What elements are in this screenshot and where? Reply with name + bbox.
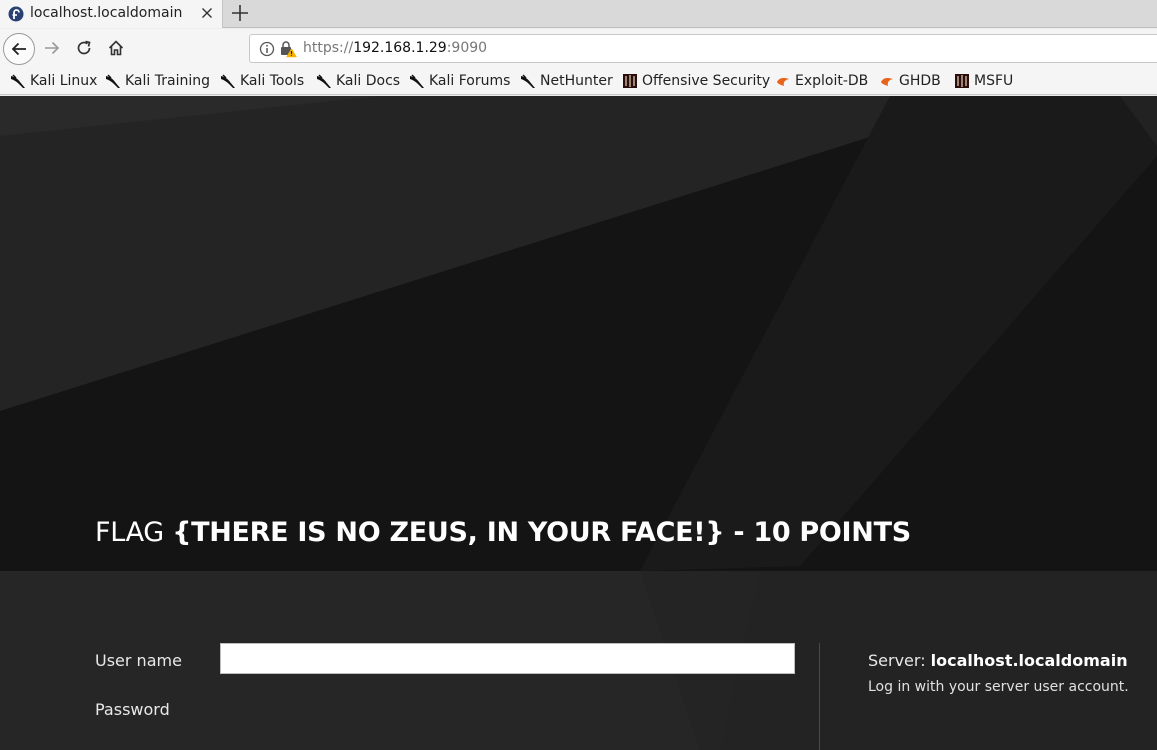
- bookmark-ghdb[interactable]: GHDB: [879, 71, 941, 91]
- forward-button[interactable]: [37, 33, 67, 63]
- home-button[interactable]: [101, 33, 131, 63]
- login-panel: User name Password Server: localhost.loc…: [0, 571, 1157, 750]
- flag-prefix: FLAG: [95, 517, 173, 548]
- kali-dragon-icon: [410, 74, 424, 88]
- password-label: Password: [95, 700, 170, 719]
- bookmark-label: MSFU: [974, 73, 1014, 89]
- bookmark-msfu[interactable]: MSFU: [954, 71, 1013, 91]
- divider: [819, 643, 820, 750]
- info-icon[interactable]: [259, 41, 275, 57]
- close-icon[interactable]: [199, 5, 215, 21]
- page-content: FLAG {THERE IS NO ZEUS, IN YOUR FACE!} -…: [0, 96, 1157, 750]
- url-host: 192.168.1.29: [353, 40, 447, 56]
- login-hint: Log in with your server user account.: [868, 679, 1129, 695]
- reload-button[interactable]: [69, 33, 99, 63]
- bookmark-kali-docs[interactable]: Kali Docs: [316, 71, 400, 91]
- bookmark-label: Kali Training: [125, 73, 210, 89]
- kali-dragon-icon: [11, 74, 25, 88]
- offsec-icon: [623, 74, 637, 88]
- arrow-left-icon: [11, 42, 26, 56]
- bookmarks-toolbar: Kali Linux Kali Training Kali Tools Kali…: [0, 67, 1157, 95]
- server-label: Server:: [868, 651, 931, 670]
- bookmark-label: Offensive Security: [642, 73, 771, 89]
- home-icon: [108, 40, 124, 56]
- bookmark-offensive-security[interactable]: Offensive Security: [622, 71, 770, 91]
- bookmark-label: Kali Forums: [429, 73, 511, 89]
- kali-dragon-icon: [521, 74, 535, 88]
- new-tab-icon[interactable]: [230, 3, 250, 23]
- tab-title: localhost.localdomain: [30, 5, 183, 21]
- bookmark-label: Kali Tools: [240, 73, 305, 89]
- tab-strip: localhost.localdomain: [0, 0, 1157, 28]
- bookmark-kali-linux[interactable]: Kali Linux: [10, 71, 97, 91]
- kali-dragon-icon: [106, 74, 120, 88]
- navigation-bar: https://192.168.1.29:9090: [0, 29, 1157, 67]
- bookmark-nethunter[interactable]: NetHunter: [520, 71, 613, 91]
- flag-text: {THERE IS NO ZEUS, IN YOUR FACE!} - 10 P…: [172, 517, 911, 548]
- bookmark-kali-tools[interactable]: Kali Tools: [220, 71, 304, 91]
- kali-dragon-icon: [221, 74, 235, 88]
- flag-heading: FLAG {THERE IS NO ZEUS, IN YOUR FACE!} -…: [95, 517, 911, 548]
- url-scheme: https://: [303, 40, 354, 56]
- server-name: localhost.localdomain: [930, 651, 1128, 670]
- browser-tab[interactable]: localhost.localdomain: [0, 0, 223, 28]
- server-info: Server: localhost.localdomain: [868, 651, 1128, 670]
- bookmark-label: Kali Docs: [336, 73, 401, 89]
- username-input[interactable]: [220, 643, 795, 674]
- kali-dragon-icon: [317, 74, 331, 88]
- bookmark-label: Kali Linux: [30, 73, 98, 89]
- address-bar[interactable]: https://192.168.1.29:9090: [249, 34, 1157, 63]
- bookmark-label: Exploit-DB: [795, 73, 869, 89]
- bookmark-kali-training[interactable]: Kali Training: [105, 71, 210, 91]
- url-port: :9090: [446, 40, 488, 56]
- back-button[interactable]: [3, 33, 35, 65]
- bookmark-kali-forums[interactable]: Kali Forums: [409, 71, 510, 91]
- exploit-db-icon: [881, 78, 893, 86]
- bookmark-exploit-db[interactable]: Exploit-DB: [775, 71, 868, 91]
- insecure-lock-icon[interactable]: [279, 40, 297, 58]
- fedora-icon: [8, 6, 24, 22]
- bookmark-label: NetHunter: [540, 73, 613, 89]
- url-text: https://192.168.1.29:9090: [303, 40, 487, 56]
- reload-icon: [77, 40, 91, 55]
- username-label: User name: [95, 651, 182, 670]
- exploit-db-icon: [777, 78, 789, 86]
- bookmark-label: GHDB: [899, 73, 941, 89]
- offsec-icon: [955, 74, 969, 88]
- arrow-right-icon: [45, 41, 60, 55]
